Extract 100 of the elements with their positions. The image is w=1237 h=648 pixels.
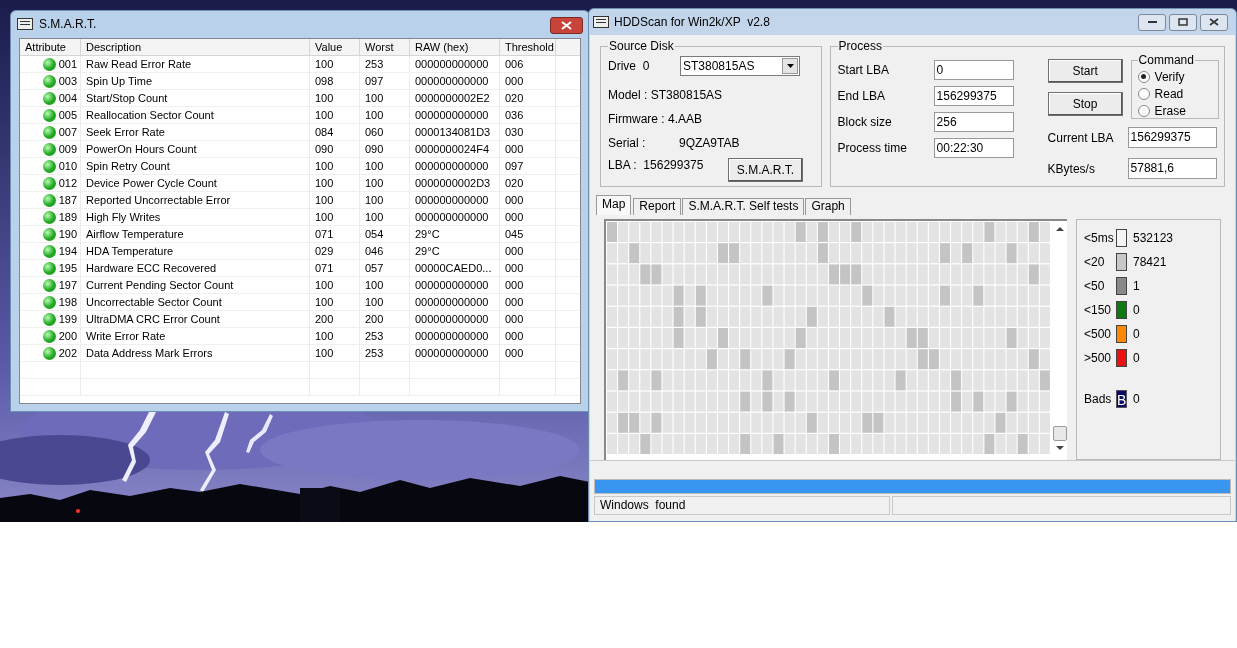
table-cell: 000: [505, 245, 524, 257]
group-label: Command: [1137, 52, 1195, 69]
group-label: Process: [837, 38, 883, 55]
tab[interactable]: Report: [633, 198, 682, 215]
column-header[interactable]: Attribute: [20, 39, 81, 55]
table-cell-text: 190: [58, 226, 77, 242]
table-cell: 253: [365, 330, 384, 342]
column-header[interactable]: Threshold: [500, 39, 556, 55]
restore-icon: [1178, 18, 1188, 26]
table-cell: 000: [505, 347, 524, 359]
command-button[interactable]: Start: [1047, 59, 1123, 83]
radio-label[interactable]: Verify: [1154, 67, 1185, 86]
legend-count: 0: [1133, 350, 1140, 367]
table-cell: 090: [365, 143, 384, 155]
radio-button[interactable]: [1137, 104, 1150, 117]
table-cell: 100: [315, 211, 334, 223]
window-menu-icon[interactable]: [17, 18, 33, 30]
tab[interactable]: S.M.A.R.T. Self tests: [682, 198, 805, 215]
radio-button[interactable]: [1137, 70, 1150, 83]
window-menu-icon[interactable]: [593, 16, 609, 28]
table-cell-text: 003: [58, 73, 77, 89]
input-field[interactable]: 256: [933, 112, 1014, 132]
current-lba-field[interactable]: 156299375: [1127, 127, 1217, 148]
firmware-text: Firmware : 4.AAB: [608, 111, 704, 128]
smart-button[interactable]: S.M.A.R.T.: [728, 158, 803, 182]
bad-block-swatch: B: [1116, 390, 1127, 408]
field-label: Start LBA: [837, 62, 890, 79]
table-cell: 100: [315, 109, 334, 121]
maximize-button[interactable]: [1169, 13, 1197, 31]
column-header[interactable]: Description: [81, 39, 310, 55]
minimize-button[interactable]: [1138, 13, 1166, 31]
speed-field[interactable]: 57881,6: [1127, 158, 1217, 179]
radio-button[interactable]: [1137, 87, 1150, 100]
status-text: Windows found: [594, 496, 890, 515]
table-cell: Airflow Temperature: [86, 228, 184, 240]
dropdown-arrow-icon: [786, 64, 794, 68]
minimize-icon: [1147, 20, 1157, 24]
table-cell: 100: [365, 211, 384, 223]
column-header[interactable]: Worst: [360, 39, 410, 55]
close-button[interactable]: [550, 16, 583, 34]
column-header[interactable]: Value: [310, 39, 360, 55]
legend-count: 1: [1133, 278, 1140, 295]
serial-label: Serial :: [608, 135, 647, 152]
drive-label: Drive 0: [608, 58, 651, 75]
window-title: HDDScan for Win2k/XP v2.8: [614, 14, 770, 31]
input-field[interactable]: 00:22:30: [933, 138, 1014, 158]
table-cell: Uncorrectable Sector Count: [86, 296, 222, 308]
table-cell-text: 198: [58, 294, 77, 310]
table-cell: 000000000000: [415, 160, 489, 172]
table-cell: 000000000000: [415, 279, 489, 291]
radio-label[interactable]: Erase: [1154, 101, 1186, 120]
legend-count: 532123: [1133, 230, 1174, 247]
table-cell: 029: [315, 245, 334, 257]
table-cell: 000000000000: [415, 75, 489, 87]
table-cell: 000: [505, 194, 524, 206]
legend-label: <5ms: [1084, 230, 1115, 247]
table-cell: Data Address Mark Errors: [86, 347, 213, 359]
input-field[interactable]: 0: [933, 60, 1014, 80]
table-cell: 100: [315, 347, 334, 359]
speed-label: KBytes/s: [1047, 160, 1096, 178]
tab[interactable]: Map: [596, 195, 632, 215]
table-cell-text: 001: [58, 56, 77, 72]
table-cell: 000000000000: [415, 296, 489, 308]
bad-count: 0: [1133, 391, 1140, 408]
table-cell: 253: [365, 347, 384, 359]
close-button[interactable]: [1200, 13, 1228, 31]
table-cell: 253: [365, 58, 384, 70]
table-cell: 0000000002D3: [415, 177, 491, 189]
table-cell: 200: [315, 313, 334, 325]
legend-label: <500: [1084, 326, 1113, 343]
table-cell: 006: [505, 58, 524, 70]
table-cell: 097: [505, 160, 524, 172]
scroll-down-icon[interactable]: [1055, 444, 1064, 452]
table-cell: Raw Read Error Rate: [86, 58, 192, 70]
field-label: Process time: [837, 140, 908, 157]
table-cell: 100: [315, 58, 334, 70]
table-cell-text: 187: [58, 192, 77, 208]
legend-label: >500: [1084, 350, 1113, 367]
scroll-up-icon[interactable]: [1055, 225, 1064, 233]
table-cell: 045: [505, 228, 524, 240]
tab[interactable]: Graph: [805, 198, 851, 215]
drive-dropdown[interactable]: ST380815AS: [680, 56, 800, 76]
bads-label: Bads: [1084, 391, 1113, 408]
input-field[interactable]: 156299375: [933, 86, 1014, 106]
table-cell: 000000000000: [415, 347, 489, 359]
table-cell-text: 197: [58, 277, 77, 293]
table-cell: Reallocation Sector Count: [86, 109, 214, 121]
table-cell: Seek Error Rate: [86, 126, 165, 138]
table-cell: 100: [315, 177, 334, 189]
table-cell: 071: [315, 262, 334, 274]
column-header[interactable]: RAW (hex): [410, 39, 500, 55]
table-cell: 097: [365, 75, 384, 87]
legend-count: 0: [1133, 302, 1140, 319]
legend-count: 0: [1133, 326, 1140, 343]
table-cell: 020: [505, 177, 524, 189]
command-button[interactable]: Stop: [1047, 92, 1123, 116]
scroll-thumb[interactable]: [1052, 426, 1067, 441]
table-cell: 0000000002E2: [415, 92, 490, 104]
radio-label[interactable]: Read: [1154, 84, 1184, 103]
table-cell: 046: [365, 245, 384, 257]
